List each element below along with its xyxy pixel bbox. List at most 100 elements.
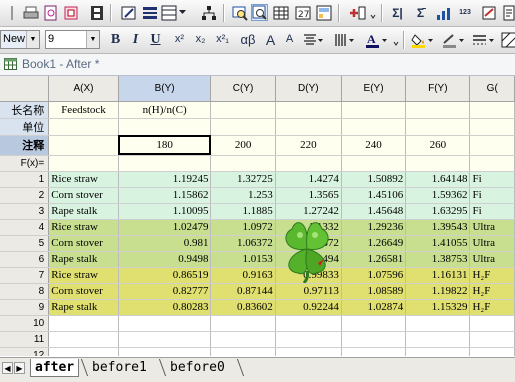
corner-cell[interactable] xyxy=(0,76,49,101)
cell[interactable]: 1.3565 xyxy=(275,187,341,203)
cell[interactable]: 1.63295 xyxy=(406,203,470,219)
cell[interactable]: 1.64148 xyxy=(406,171,470,187)
italic-button[interactable]: I xyxy=(127,31,144,48)
cell[interactable] xyxy=(211,331,275,347)
output-icon[interactable] xyxy=(500,4,515,21)
cell[interactable]: Rape stalk xyxy=(49,203,119,219)
cell[interactable]: 0.9498 xyxy=(118,251,211,267)
cell[interactable]: Fi xyxy=(470,171,515,187)
cell[interactable]: 1.26649 xyxy=(341,235,405,251)
column-header-a[interactable]: A(X) xyxy=(49,76,119,101)
cell[interactable]: 1.41055 xyxy=(406,235,470,251)
cell[interactable]: 0.86519 xyxy=(118,267,211,283)
supsub-button[interactable]: x²₁ xyxy=(214,31,231,48)
cell[interactable] xyxy=(211,155,275,171)
cell[interactable]: 0.82777 xyxy=(118,283,211,299)
row-number[interactable]: 11 xyxy=(0,331,49,347)
line-color-icon[interactable] xyxy=(442,31,466,48)
cell[interactable]: 1.32725 xyxy=(211,171,275,187)
cell[interactable]: 0.80283 xyxy=(118,299,211,315)
cell[interactable]: 0.97113 xyxy=(275,283,341,299)
sort-icon[interactable]: 123 xyxy=(454,4,476,21)
cell[interactable] xyxy=(49,118,119,135)
cell[interactable]: 1.29236 xyxy=(341,219,405,235)
cell[interactable] xyxy=(470,118,515,135)
cell[interactable] xyxy=(275,101,341,118)
cell[interactable]: 220 xyxy=(275,135,341,155)
cell[interactable] xyxy=(341,315,405,331)
cell[interactable] xyxy=(406,101,470,118)
cell[interactable] xyxy=(275,155,341,171)
cell[interactable]: 1.45648 xyxy=(341,203,405,219)
tab-scroll-right-icon[interactable]: ▶ xyxy=(14,362,25,374)
sheet-tab-before0[interactable]: before0 xyxy=(166,359,229,376)
cell[interactable] xyxy=(275,331,341,347)
cell[interactable] xyxy=(49,347,119,356)
cell[interactable] xyxy=(341,118,405,135)
cell[interactable] xyxy=(118,315,211,331)
cell[interactable]: Corn stover xyxy=(49,235,119,251)
row-number[interactable]: 1 xyxy=(0,171,49,187)
cell[interactable] xyxy=(406,155,470,171)
zoom-active-icon[interactable] xyxy=(251,4,268,21)
cell[interactable] xyxy=(341,155,405,171)
cell[interactable]: 0.83602 xyxy=(211,299,275,315)
cell[interactable]: 1.19245 xyxy=(118,171,211,187)
fill-color-icon[interactable] xyxy=(411,31,435,48)
font-color-icon[interactable]: A xyxy=(365,31,389,48)
cell[interactable] xyxy=(211,101,275,118)
cell[interactable]: H₂F xyxy=(470,283,515,299)
cell[interactable]: 1.15862 xyxy=(118,187,211,203)
row-number[interactable]: 9 xyxy=(0,299,49,315)
cell[interactable]: 260 xyxy=(406,135,470,155)
cell[interactable] xyxy=(211,315,275,331)
column-header-e[interactable]: E(Y) xyxy=(341,76,405,101)
cell[interactable]: H₂F xyxy=(470,267,515,283)
cell[interactable] xyxy=(406,331,470,347)
cell[interactable] xyxy=(341,331,405,347)
column-header-b[interactable]: B(Y) xyxy=(118,76,211,101)
cell[interactable] xyxy=(275,118,341,135)
print-icon[interactable] xyxy=(22,4,39,21)
cell[interactable]: 0.981 xyxy=(118,235,211,251)
cell[interactable] xyxy=(118,347,211,356)
cell[interactable] xyxy=(406,118,470,135)
cell[interactable] xyxy=(211,347,275,356)
chevron-down-icon[interactable]: ▼ xyxy=(86,31,99,48)
cell[interactable] xyxy=(275,315,341,331)
row-number[interactable]: 2 xyxy=(0,187,49,203)
row-number[interactable]: 12 xyxy=(0,347,49,356)
overflow-chevron-icon[interactable] xyxy=(370,4,376,21)
cell[interactable]: 1.19822 xyxy=(406,283,470,299)
cell[interactable] xyxy=(211,118,275,135)
cell[interactable] xyxy=(470,315,515,331)
cell[interactable] xyxy=(341,101,405,118)
cell[interactable] xyxy=(470,155,515,171)
align-icon[interactable] xyxy=(302,31,324,48)
column-lines-icon[interactable] xyxy=(333,31,355,48)
zoom-window-icon[interactable] xyxy=(231,4,248,21)
statistics-icon[interactable] xyxy=(434,4,451,21)
cell[interactable]: 1.38753 xyxy=(406,251,470,267)
cell[interactable] xyxy=(49,331,119,347)
subscript-button[interactable]: x₂ xyxy=(192,31,209,48)
cell[interactable]: 1.45106 xyxy=(341,187,405,203)
cell[interactable]: 1.50892 xyxy=(341,171,405,187)
cell[interactable] xyxy=(470,347,515,356)
cell[interactable]: 0.92244 xyxy=(275,299,341,315)
style-select[interactable]: New ▼ xyxy=(0,30,40,49)
chevron-down-icon[interactable]: ▼ xyxy=(26,31,39,48)
align-rows-icon[interactable] xyxy=(141,4,158,21)
column-header-g[interactable]: G( xyxy=(470,76,515,101)
cell[interactable] xyxy=(49,135,119,155)
cell[interactable]: Ultra xyxy=(470,235,515,251)
grid-layout-icon[interactable] xyxy=(160,4,177,21)
row-number[interactable]: 5 xyxy=(0,235,49,251)
cell[interactable]: 1.59362 xyxy=(406,187,470,203)
cell[interactable]: H₂F xyxy=(470,299,515,315)
cell[interactable]: 240 xyxy=(341,135,405,155)
cell[interactable]: 1.07596 xyxy=(341,267,405,283)
superscript-button[interactable]: x² xyxy=(171,31,188,48)
comments-row-label[interactable]: 注释 xyxy=(0,135,49,155)
cell[interactable]: 1.26581 xyxy=(341,251,405,267)
